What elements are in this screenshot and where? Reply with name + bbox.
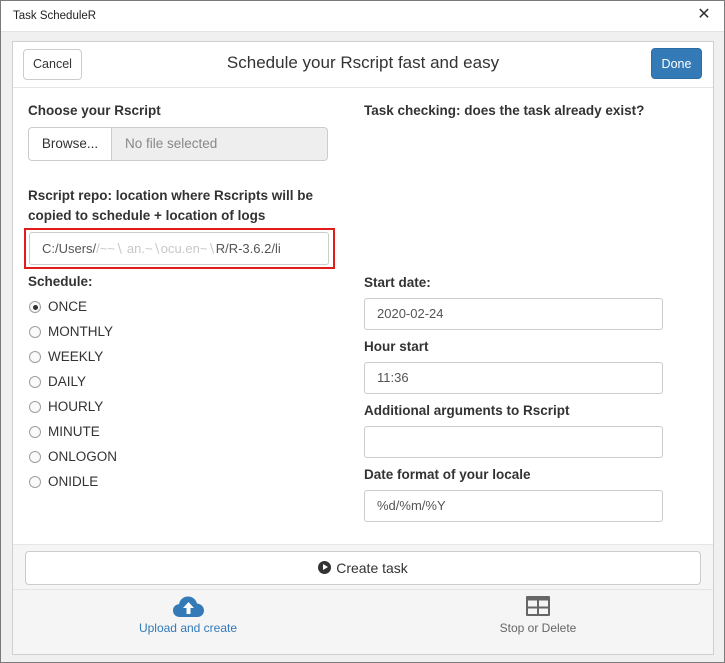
tab-stop-label: Stop or Delete [499,621,577,635]
repo-label-line2: copied to schedule + location of logs [28,208,266,223]
hour-start-input[interactable]: 11:36 [364,362,663,394]
additional-args-label: Additional arguments to Rscript [364,403,570,418]
tab-stop-or-delete[interactable]: Stop or Delete [363,590,713,654]
repo-label-line1: Rscript repo: location where Rscripts wi… [28,188,314,203]
repo-path-end: R/R-3.6.2/li [215,241,281,256]
start-date-input[interactable]: 2020-02-24 [364,298,663,330]
repo-path-obscured: /~~∖ an.~∖ocu.en~∖ [96,241,216,256]
mini-tab-panel: Upload and create Stop or Delete [13,590,713,654]
file-name-field[interactable]: No file selected [111,127,328,161]
radio-checked-icon[interactable] [29,301,41,313]
create-task-label: Create task [336,560,408,576]
radio-icon[interactable] [29,451,41,463]
cloud-upload-icon [173,596,204,617]
hour-start-label: Hour start [364,339,429,354]
gadget-title-bar: Cancel Schedule your Rscript fast and ea… [13,42,713,88]
page-title: Schedule your Rscript fast and easy [226,53,500,72]
radio-icon[interactable] [29,376,41,388]
app-window: Task ScheduleR ✕ Cancel Schedule your Rs… [0,0,725,663]
repo-path-start: C:/Users/ [42,241,97,256]
tab-upload-label: Upload and create [138,621,238,635]
radio-icon[interactable] [29,401,41,413]
tab-upload-and-create[interactable]: Upload and create [13,590,363,654]
create-task-button[interactable]: Create task [25,551,701,585]
choose-script-label: Choose your Rscript [28,103,161,118]
radio-icon[interactable] [29,426,41,438]
window-title: Task ScheduleR [13,10,97,22]
main-pane: Cancel Schedule your Rscript fast and ea… [12,41,714,655]
done-button[interactable]: Done [651,48,702,79]
table-icon [526,596,550,616]
date-format-label: Date format of your locale [364,467,531,482]
radio-icon[interactable] [29,326,41,338]
repo-path-input[interactable]: C:/Users//~~∖ an.~∖ocu.en~∖R/R-3.6.2/li [29,232,329,265]
browse-button[interactable]: Browse... [28,127,112,161]
play-circle-icon [318,561,332,574]
create-task-bar: Create task [13,544,713,590]
schedule-label: Schedule: [28,274,93,289]
additional-args-input[interactable] [364,426,663,458]
file-input-group: Browse... No file selected [28,127,328,161]
close-icon[interactable]: ✕ [696,6,712,24]
start-date-label: Start date: [364,275,431,290]
task-check-label: Task checking: does the task already exi… [364,103,645,118]
radio-icon[interactable] [29,476,41,488]
date-format-input[interactable]: %d/%m/%Y [364,490,663,522]
title-bar: Task ScheduleR ✕ [1,1,724,32]
radio-icon[interactable] [29,351,41,363]
